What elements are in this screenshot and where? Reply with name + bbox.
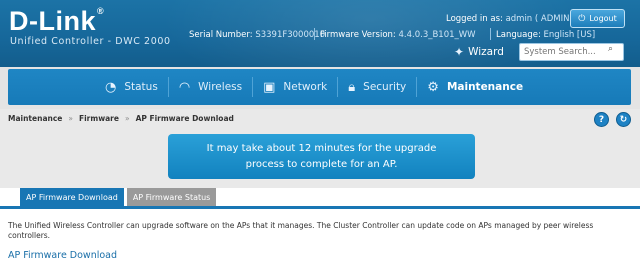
nav-tab-network[interactable]: ▣ Network — [253, 69, 337, 105]
breadcrumb: Maintenance» Firmware» AP Firmware Downloa… — [8, 114, 234, 123]
search-icon[interactable]: ⌕ — [608, 44, 613, 54]
wizard-link[interactable]: ✦ Wizard — [454, 45, 504, 59]
monitor-icon: ▣ — [263, 79, 276, 95]
tab-underline — [0, 206, 640, 209]
dlink-logo: D-Link® — [9, 6, 105, 36]
breadcrumb-item[interactable]: Firmware — [79, 114, 119, 123]
tab-ap-firmware-status[interactable]: AP Firmware Status — [126, 188, 217, 207]
page-tabs: AP Firmware Download AP Firmware Status — [20, 188, 217, 207]
product-name: Unified Controller - DWC 2000 — [10, 36, 171, 47]
header-divider — [314, 28, 315, 40]
main-nav: ◔ Status ◠ Wireless ▣ Network 🔒︎ Securit… — [8, 69, 631, 105]
wifi-icon: ◠ — [178, 79, 191, 95]
tab-ap-firmware-download[interactable]: AP Firmware Download — [20, 188, 124, 207]
top-header: D-Link® Unified Controller - DWC 2000 Lo… — [0, 0, 640, 67]
help-button[interactable]: ? — [594, 112, 609, 127]
gears-icon: ⚙ — [427, 79, 439, 95]
lock-icon: 🔒︎ — [348, 79, 356, 95]
breadcrumb-item[interactable]: Maintenance — [8, 114, 62, 123]
refresh-icon: ↻ — [619, 114, 628, 125]
wand-icon: ✦ — [454, 45, 465, 59]
nav-tab-maintenance[interactable]: ⚙ Maintenance — [417, 69, 533, 105]
firmware-version: Firmware Version: 4.4.0.3_B101_WW — [320, 30, 476, 40]
power-icon: ⏻ — [578, 13, 586, 24]
serial-number: Serial Number: S3391F3000010 — [189, 30, 326, 40]
breadcrumb-item-current: AP Firmware Download — [135, 114, 234, 123]
logged-in-info: Logged in as: admin ( ADMIN ) — [446, 14, 576, 24]
page-description: The Unified Wireless Controller can upgr… — [8, 221, 594, 240]
upgrade-notice: It may take about 12 minutes for the upg… — [168, 134, 475, 179]
nav-tab-status[interactable]: ◔ Status — [95, 69, 168, 105]
refresh-button[interactable]: ↻ — [616, 112, 631, 127]
header-divider — [490, 28, 491, 40]
nav-tab-wireless[interactable]: ◠ Wireless — [169, 69, 252, 105]
logged-in-user: admin ( ADMIN ) — [505, 14, 576, 24]
nav-band: ◔ Status ◠ Wireless ▣ Network 🔒︎ Securit… — [0, 67, 640, 109]
nav-tab-security[interactable]: 🔒︎ Security — [338, 69, 416, 105]
language-selector[interactable]: Language: English [US] — [496, 30, 595, 40]
question-icon: ? — [598, 114, 605, 125]
logout-button[interactable]: ⏻ Logout — [570, 9, 625, 28]
speedometer-icon: ◔ — [105, 79, 117, 95]
section-title: AP Firmware Download — [8, 250, 118, 261]
